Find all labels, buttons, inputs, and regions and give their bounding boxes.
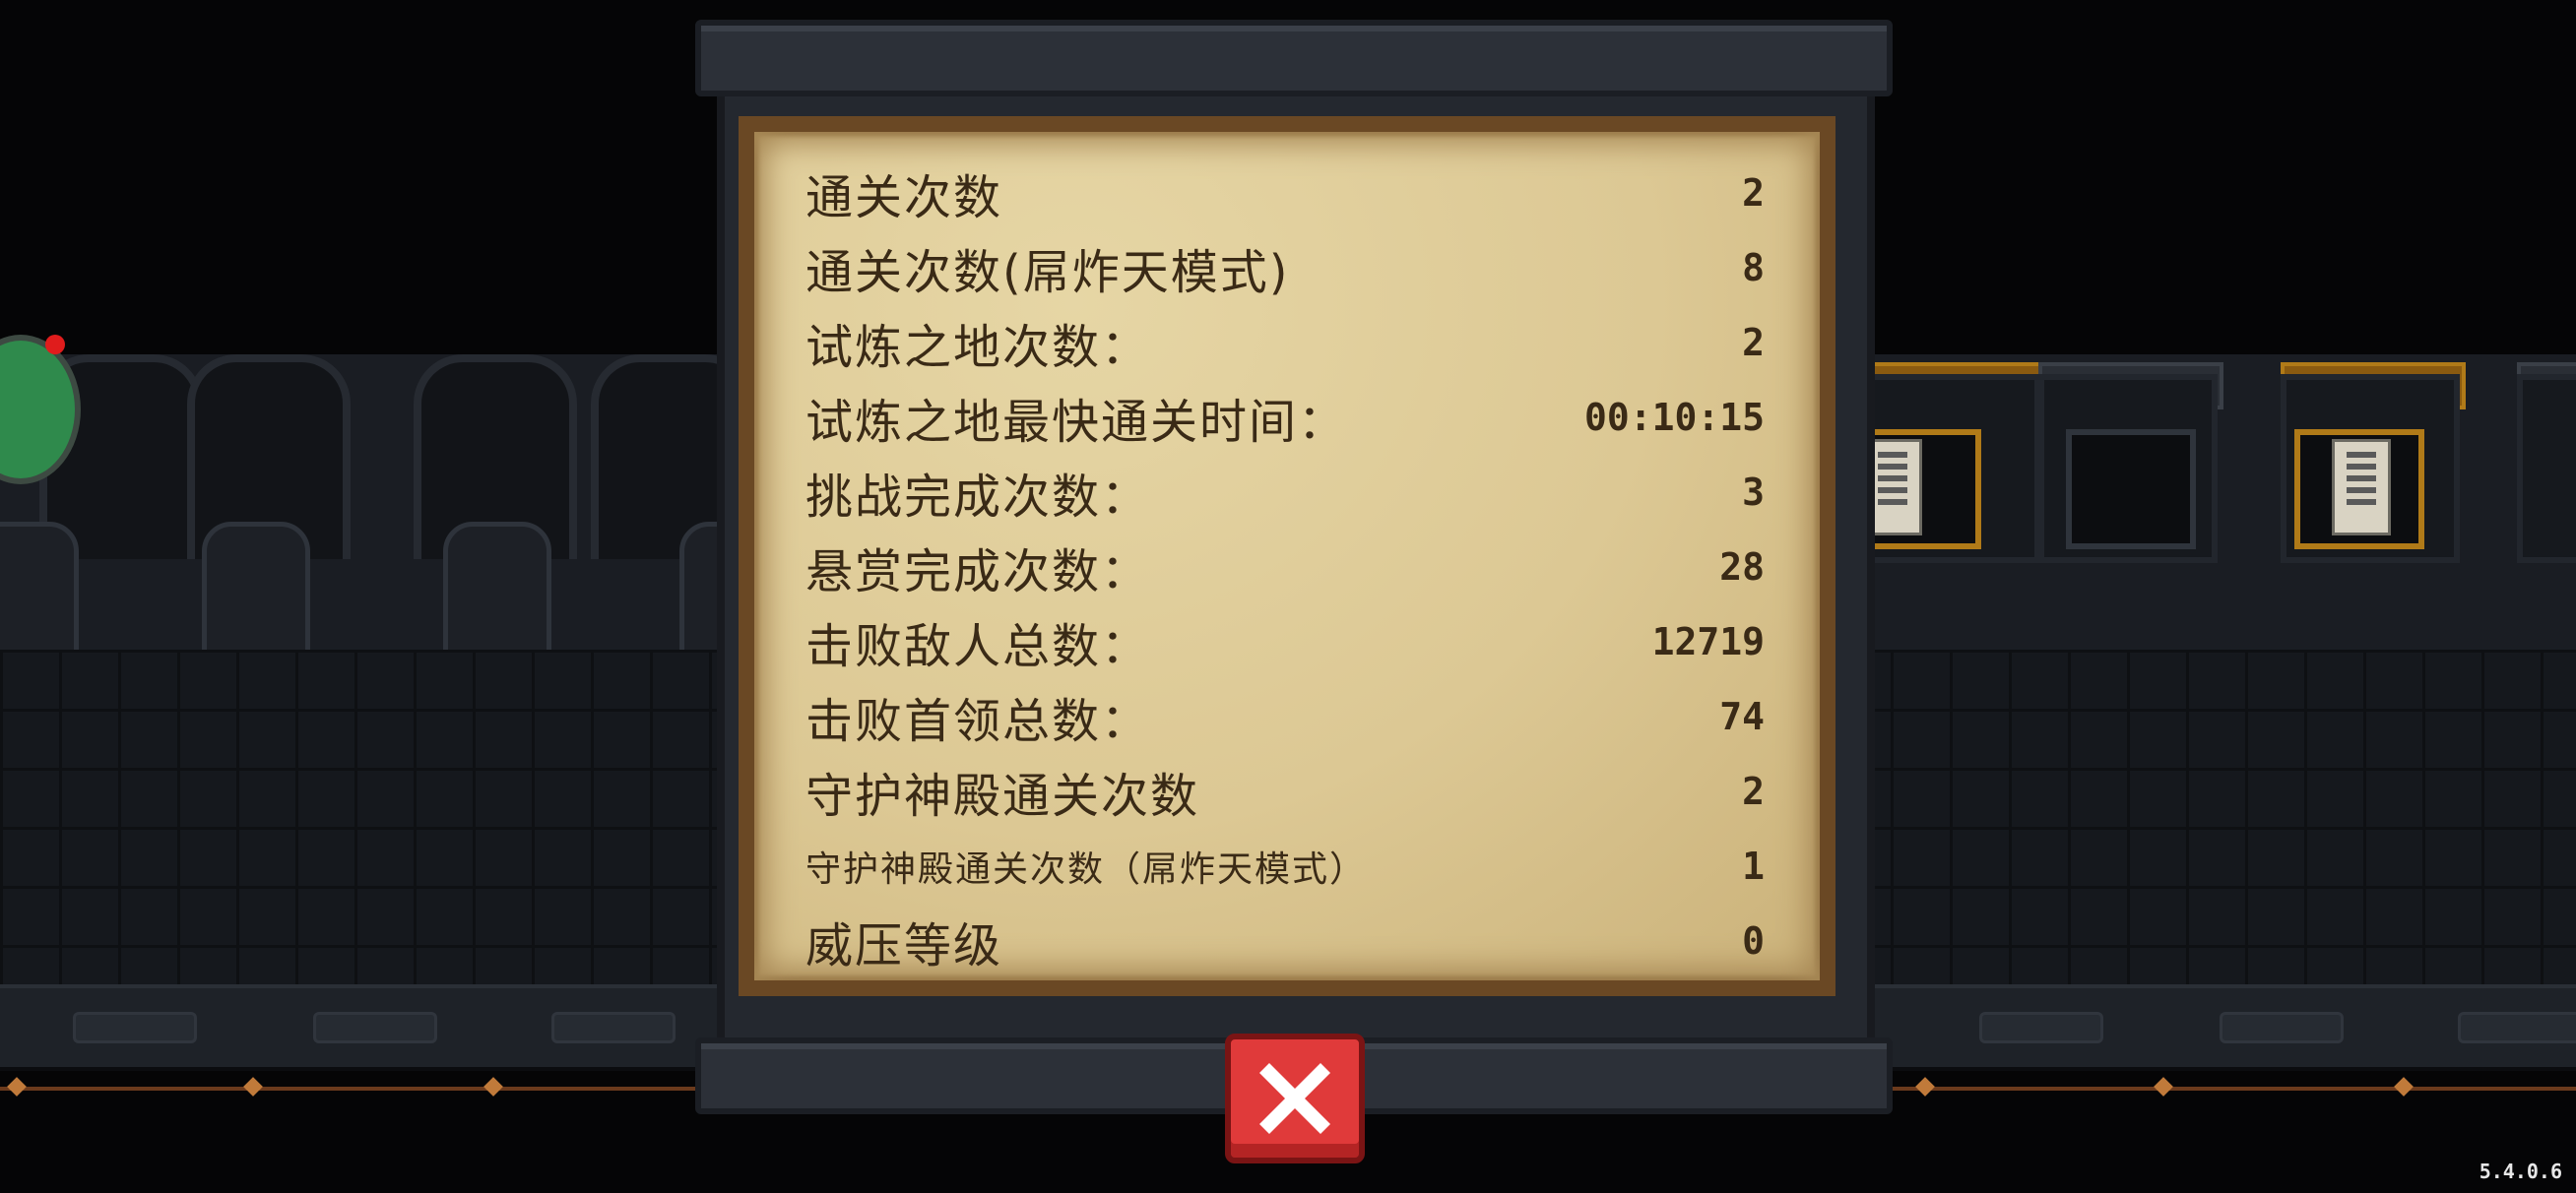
stat-label: 试炼之地最快通关时间：: [805, 395, 1348, 450]
trim-ornament: [243, 1077, 263, 1097]
arch-row: [0, 354, 754, 581]
stat-label: 挑战完成次数：: [805, 470, 1151, 525]
stat-value: 28: [1719, 545, 1765, 589]
floor-slot: [73, 1012, 197, 1043]
stat-label: 击败敌人总数：: [805, 619, 1151, 674]
stat-row: 挑战完成次数： 3: [805, 455, 1771, 530]
stat-label: 击败首领总数：: [805, 694, 1151, 749]
card-item-icon: [2332, 439, 2391, 535]
trim-ornament: [2394, 1077, 2414, 1097]
floor-slot: [313, 1012, 437, 1043]
floor-slot: [551, 1012, 676, 1043]
stat-value: 0: [1742, 919, 1765, 963]
stat-row: 守护神殿通关次数 2: [805, 754, 1771, 829]
stat-row: 通关次数 2: [805, 156, 1771, 230]
stat-row: 击败首领总数： 74: [805, 679, 1771, 754]
pillar: [0, 522, 79, 659]
trim-ornament: [483, 1077, 503, 1097]
stat-value: 12719: [1651, 620, 1765, 663]
stat-value: 2: [1742, 770, 1765, 813]
item-shelf[interactable]: [2517, 374, 2576, 563]
stat-value: 1: [1742, 845, 1765, 888]
stat-label: 悬赏完成次数：: [805, 544, 1151, 599]
stat-value: 2: [1742, 321, 1765, 364]
stat-row: 通关次数(屌炸天模式) 8: [805, 230, 1771, 305]
stat-label: 通关次数: [805, 170, 1003, 225]
stat-label: 威压等级: [805, 918, 1003, 973]
scroll-top-rod: [695, 20, 1893, 96]
stat-row: 威压等级 0: [805, 904, 1771, 978]
pillar: [443, 522, 551, 659]
stats-list: 通关次数 2 通关次数(屌炸天模式) 8 试炼之地次数： 2 试炼之地最快通关时…: [805, 156, 1771, 978]
stat-label: 守护神殿通关次数: [805, 769, 1200, 824]
stat-row: 试炼之地最快通关时间： 00:10:15: [805, 380, 1771, 455]
stat-value: 3: [1742, 471, 1765, 514]
close-icon: [1259, 1063, 1330, 1134]
stat-row: 守护神殿通关次数（屌炸天模式） 1: [805, 829, 1771, 904]
version-label: 5.4.0.6: [2479, 1160, 2562, 1183]
stat-value: 00:10:15: [1583, 396, 1765, 439]
shelf-frame: [2066, 429, 2196, 549]
floor-slot: [1979, 1012, 2103, 1043]
stat-value: 8: [1742, 246, 1765, 289]
stat-label: 试炼之地次数：: [805, 320, 1151, 375]
stat-row: 击败敌人总数： 12719: [805, 604, 1771, 679]
stat-label: 守护神殿通关次数（屌炸天模式）: [805, 849, 1368, 890]
stat-label: 通关次数(屌炸天模式): [805, 245, 1290, 300]
stat-row: 试炼之地次数： 2: [805, 305, 1771, 380]
notification-dot: [45, 335, 65, 354]
trim-ornament: [1915, 1077, 1935, 1097]
pillar: [202, 522, 310, 659]
trim-ornament: [2154, 1077, 2173, 1097]
stat-value: 2: [1742, 171, 1765, 215]
floor-slot: [2458, 1012, 2576, 1043]
close-button[interactable]: [1225, 1034, 1365, 1163]
stat-value: 74: [1719, 695, 1765, 738]
trim-ornament: [7, 1077, 27, 1097]
floor-slot: [2220, 1012, 2344, 1043]
stat-row: 悬赏完成次数： 28: [805, 530, 1771, 604]
